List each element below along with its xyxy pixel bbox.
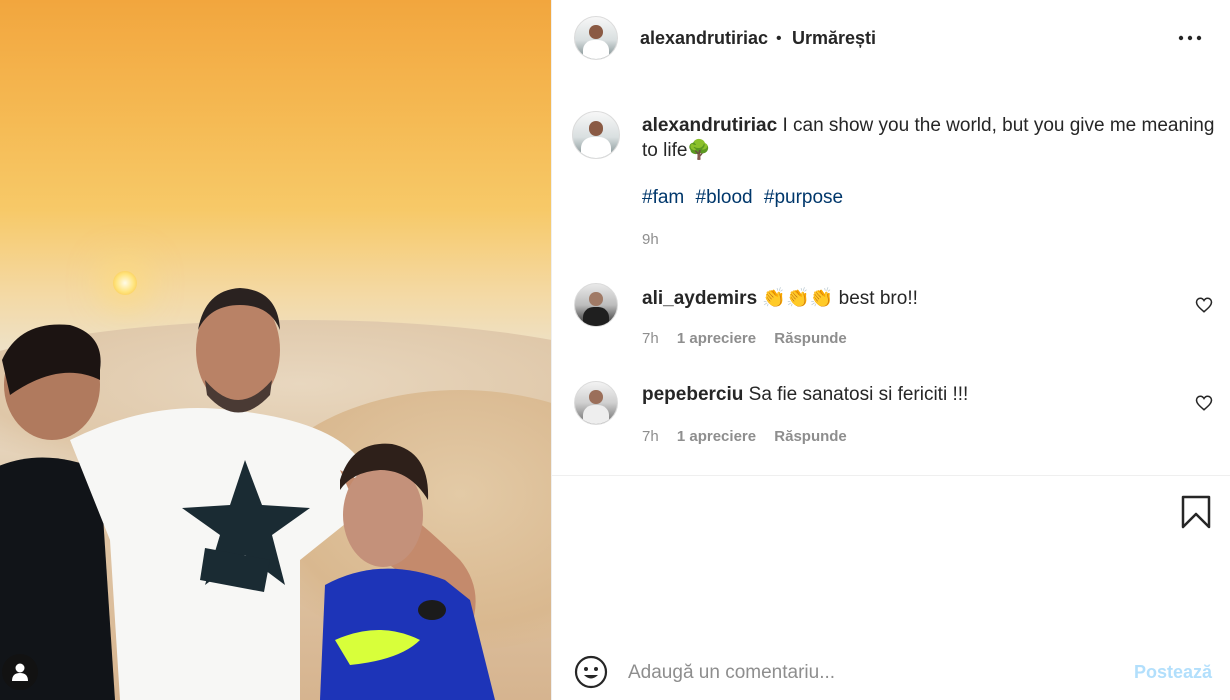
hashtag-fam[interactable]: #fam [642, 187, 684, 208]
separator-dot: • [776, 30, 782, 47]
smiley-icon[interactable] [574, 655, 608, 689]
bookmark-icon[interactable] [1180, 495, 1212, 529]
comment-likes[interactable]: 1 apreciere [677, 428, 756, 445]
comment-username[interactable]: pepeberciu [642, 384, 743, 405]
comment: pepeberciu Sa fie sanatosi si fericiti !… [642, 384, 968, 406]
reply-button[interactable]: Răspunde [774, 428, 847, 445]
header-username[interactable]: alexandrutiriac [640, 28, 768, 49]
post-photo[interactable] [0, 0, 551, 700]
reply-button[interactable]: Răspunde [774, 330, 847, 347]
comment-time[interactable]: 7h [642, 330, 659, 347]
section-divider [552, 475, 1230, 476]
post-side-panel: alexandrutiriac • Urmărești alexandrutir… [551, 0, 1230, 700]
person-user-icon[interactable] [2, 654, 38, 690]
comment-likes[interactable]: 1 apreciere [677, 330, 756, 347]
comment-time[interactable]: 7h [642, 428, 659, 445]
comment-meta: 7h 1 apreciere Răspunde [642, 428, 847, 445]
comment-username[interactable]: ali_aydemirs [642, 288, 757, 309]
comment-meta: 7h 1 apreciere Răspunde [642, 330, 847, 347]
comment-input[interactable] [628, 658, 1108, 688]
comment: ali_aydemirs 👏👏👏 best bro!! [642, 286, 918, 310]
comment-composer: Postează [552, 640, 1230, 700]
comment-text: 👏👏👏 best bro!! [762, 288, 918, 309]
caption-username[interactable]: alexandrutiriac [642, 115, 777, 136]
caption: alexandrutiriac I can show you the world… [642, 113, 1217, 163]
instagram-post-modal: alexandrutiriac • Urmărești alexandrutir… [0, 0, 1230, 700]
post-comment-button[interactable]: Postează [1134, 662, 1212, 683]
people-silhouettes [0, 288, 495, 700]
commenter-avatar[interactable] [574, 283, 618, 327]
hashtag-purpose[interactable]: #purpose [764, 187, 843, 208]
heart-icon[interactable] [1195, 394, 1213, 412]
caption-time[interactable]: 9h [642, 231, 659, 248]
hashtags: #fam #blood #purpose [642, 187, 849, 209]
hashtag-blood[interactable]: #blood [696, 187, 753, 208]
commenter-avatar[interactable] [574, 381, 618, 425]
comment-text: Sa fie sanatosi si fericiti !!! [748, 384, 969, 405]
heart-icon[interactable] [1195, 296, 1213, 314]
caption-avatar[interactable] [572, 111, 620, 159]
more-options-icon[interactable] [1178, 33, 1202, 43]
following-button[interactable]: Urmărești [792, 28, 876, 49]
author-avatar[interactable] [574, 16, 618, 60]
